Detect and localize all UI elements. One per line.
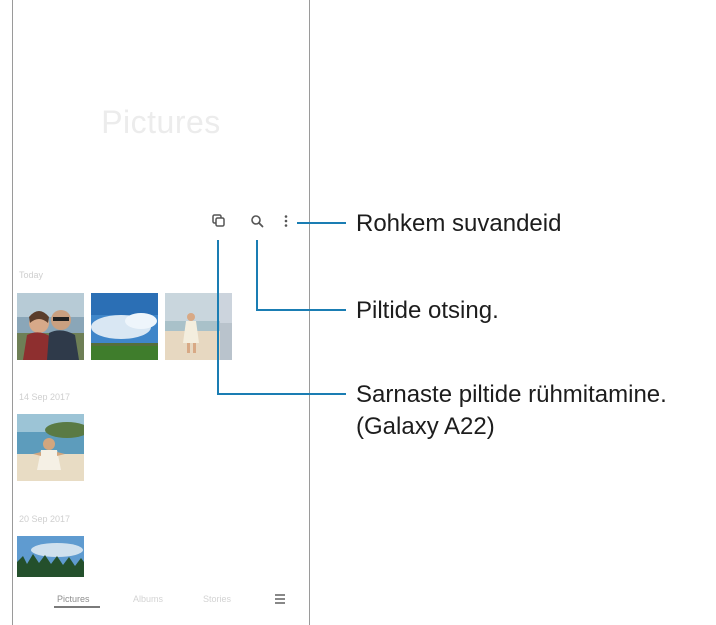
search-icon[interactable] <box>248 212 266 230</box>
callout-search: Piltide otsing. <box>356 297 499 324</box>
more-options-icon[interactable] <box>281 212 291 230</box>
callout-group-similar-model: (Galaxy A22) <box>356 413 495 440</box>
photo-thumbnail-partial[interactable] <box>220 293 232 360</box>
section-label-today: Today <box>19 270 44 280</box>
tab-pictures[interactable]: Pictures <box>57 594 90 604</box>
tab-stories[interactable]: Stories <box>203 594 231 604</box>
phone-screen: Pictures Today 14 Sep 2017 20 Sep 2017 P… <box>12 0 310 625</box>
app-title: Pictures <box>101 104 221 140</box>
section-label-date: 20 Sep 2017 <box>19 514 71 524</box>
callout-line-search-vertical <box>256 240 258 310</box>
callout-line-more-options <box>297 222 346 224</box>
photo-thumbnail[interactable] <box>91 293 158 360</box>
photo-thumbnail[interactable] <box>17 536 84 577</box>
tab-albums[interactable]: Albums <box>133 594 163 604</box>
callout-line-search-horizontal <box>256 309 346 311</box>
callout-line-group-horizontal <box>217 393 346 395</box>
active-tab-indicator <box>54 606 100 608</box>
group-similar-icon[interactable] <box>210 212 228 230</box>
callout-more-options: Rohkem suvandeid <box>356 210 562 237</box>
menu-icon[interactable] <box>274 592 286 610</box>
callout-group-similar: Sarnaste piltide rühmitamine. <box>356 381 667 408</box>
section-label-date: 14 Sep 2017 <box>19 392 71 402</box>
photo-thumbnail[interactable] <box>17 414 84 481</box>
callout-line-group-vertical <box>217 240 219 394</box>
photo-thumbnail[interactable] <box>17 293 84 360</box>
